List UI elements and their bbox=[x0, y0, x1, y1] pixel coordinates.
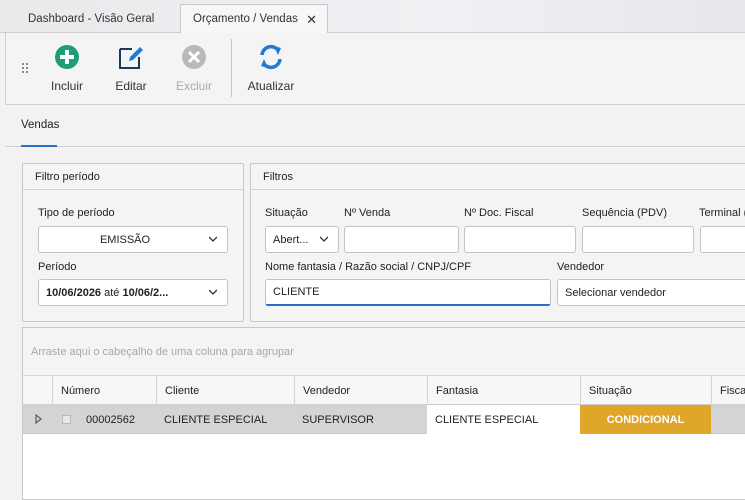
periodo-separator: até bbox=[101, 286, 123, 299]
editar-label: Editar bbox=[115, 79, 147, 93]
situacao-select[interactable]: Abert... bbox=[265, 226, 339, 253]
grid-header: Número Cliente Vendedor Fantasia Situaçã… bbox=[23, 376, 745, 405]
tipo-periodo-select[interactable]: EMISSÃO bbox=[38, 226, 228, 253]
close-icon[interactable]: ✕ bbox=[306, 13, 317, 26]
vendas-grid: Arraste aqui o cabeçalho de uma coluna p… bbox=[22, 327, 745, 500]
edit-icon bbox=[119, 47, 143, 69]
sequencia-pdv-label: Sequência (PDV) bbox=[582, 207, 667, 219]
plus-circle-icon bbox=[55, 45, 79, 69]
filtros-group: Filtros Situação Abert... Nº Venda Nº Do… bbox=[250, 163, 745, 322]
cell-fantasia: CLIENTE ESPECIAL bbox=[427, 405, 580, 434]
situacao-value: Abert... bbox=[273, 233, 309, 246]
filtros-title: Filtros bbox=[251, 164, 745, 190]
filtro-periodo-group: Filtro período Tipo de período EMISSÃO P… bbox=[22, 163, 244, 322]
atualizar-button[interactable]: Atualizar bbox=[246, 43, 296, 99]
sequencia-pdv-input[interactable] bbox=[582, 226, 694, 253]
doc-fiscal-label: Nº Doc. Fiscal bbox=[464, 207, 534, 219]
cell-numero: 00002562 bbox=[86, 413, 135, 426]
status-badge: CONDICIONAL bbox=[580, 405, 711, 434]
chevron-down-icon bbox=[320, 236, 328, 242]
nome-fantasia-label: Nome fantasia / Razão social / CNPJ/CPF bbox=[265, 261, 472, 273]
column-header-vendedor[interactable]: Vendedor bbox=[294, 376, 427, 405]
page-tab-strip: Vendas bbox=[5, 105, 745, 147]
column-header-fiscal[interactable]: Fiscal bbox=[711, 376, 745, 405]
periodo-label: Período bbox=[38, 261, 77, 273]
refresh-icon bbox=[260, 44, 282, 70]
vendedor-select[interactable]: Selecionar vendedor bbox=[557, 279, 745, 306]
periodo-from: 10/06/2026 bbox=[46, 286, 102, 299]
incluir-label: Incluir bbox=[50, 79, 83, 93]
tipo-periodo-value: EMISSÃO bbox=[99, 233, 151, 246]
group-by-panel[interactable]: Arraste aqui o cabeçalho de uma coluna p… bbox=[23, 328, 745, 376]
tab-vendas[interactable]: Vendas bbox=[21, 119, 59, 147]
atualizar-label: Atualizar bbox=[247, 79, 295, 93]
table-row[interactable]: 00002562 CLIENTE ESPECIAL SUPERVISOR CLI… bbox=[23, 405, 745, 434]
toolbar-separator bbox=[231, 39, 232, 97]
row-indicator-icon bbox=[35, 414, 42, 424]
tab-label: Orçamento / Vendas bbox=[193, 13, 298, 25]
periodo-to: 10/06/2... bbox=[122, 286, 169, 299]
periodo-date-range[interactable]: 10/06/2026 até 10/06/2... bbox=[38, 279, 228, 306]
grip-icon[interactable] bbox=[22, 63, 28, 75]
excluir-label: Excluir bbox=[176, 79, 213, 93]
excluir-button[interactable]: Excluir bbox=[176, 43, 212, 99]
vendedor-value: Selecionar vendedor bbox=[565, 286, 666, 299]
column-header-cliente[interactable]: Cliente bbox=[156, 376, 294, 405]
nome-fantasia-value: CLIENTE bbox=[273, 286, 320, 298]
document-tab-strip: Dashboard - Visão Geral Orçamento / Vend… bbox=[0, 0, 745, 33]
cell-cliente: CLIENTE ESPECIAL bbox=[164, 413, 268, 426]
column-header-numero[interactable]: Número bbox=[52, 376, 157, 405]
numero-venda-input[interactable] bbox=[344, 226, 459, 253]
cell-vendedor: SUPERVISOR bbox=[302, 413, 374, 426]
nome-fantasia-input[interactable]: CLIENTE bbox=[265, 279, 551, 306]
editar-button[interactable]: Editar bbox=[113, 43, 149, 99]
situacao-label: Situação bbox=[265, 207, 308, 219]
row-expand-icon[interactable] bbox=[62, 415, 71, 424]
toolbar: Incluir Editar Excluir Atualizar bbox=[5, 33, 745, 105]
numero-venda-label: Nº Venda bbox=[344, 207, 391, 219]
column-header-situacao[interactable]: Situação bbox=[580, 376, 711, 405]
column-header-fantasia[interactable]: Fantasia bbox=[427, 376, 580, 405]
terminal-label: Terminal ( bbox=[699, 207, 745, 219]
chevron-down-icon bbox=[209, 289, 217, 295]
filtro-periodo-title: Filtro período bbox=[23, 164, 243, 190]
tab-label: Dashboard - Visão Geral bbox=[28, 12, 155, 25]
terminal-input[interactable] bbox=[700, 226, 745, 253]
x-circle-icon bbox=[182, 45, 206, 69]
incluir-button[interactable]: Incluir bbox=[49, 43, 85, 99]
doc-fiscal-input[interactable] bbox=[464, 226, 576, 253]
tipo-periodo-label: Tipo de período bbox=[38, 207, 115, 219]
vendedor-label: Vendedor bbox=[557, 261, 605, 273]
chevron-down-icon bbox=[209, 236, 217, 242]
tab-dashboard[interactable]: Dashboard - Visão Geral bbox=[14, 4, 174, 33]
tab-orcamento-vendas[interactable]: Orçamento / Vendas ✕ bbox=[180, 4, 328, 33]
